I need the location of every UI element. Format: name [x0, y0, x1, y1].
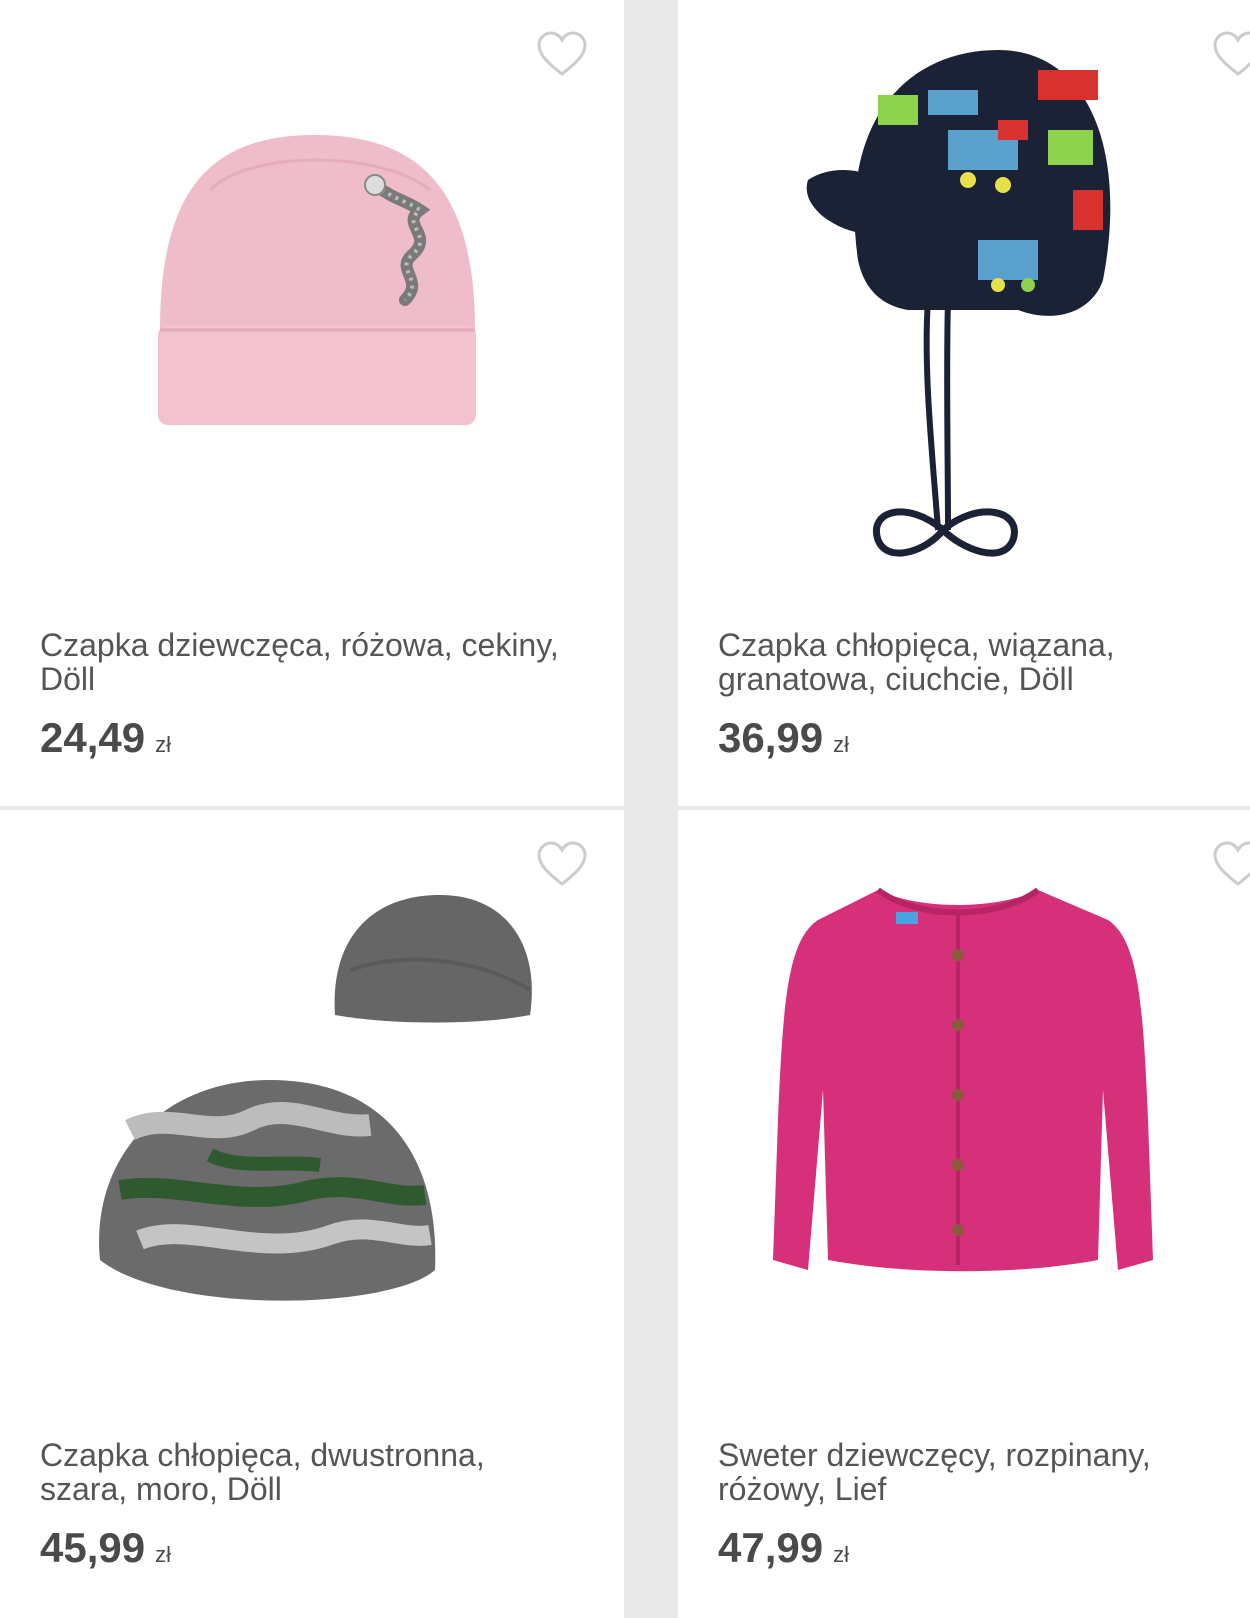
product-image-small[interactable] [330, 890, 540, 1030]
heart-outline-icon[interactable] [536, 840, 588, 888]
price: 36,99 zł [718, 714, 849, 762]
price: 45,99 zł [40, 1524, 171, 1572]
product-title[interactable]: Czapka chłopięca, dwustronna, szara, mor… [40, 1438, 560, 1506]
product-card[interactable]: Czapka chłopięca, dwustronna, szara, mor… [0, 810, 624, 1618]
price-value: 47,99 [718, 1524, 824, 1571]
currency: zł [155, 1542, 171, 1567]
heart-outline-icon[interactable] [1212, 30, 1250, 78]
product-image[interactable] [90, 1070, 450, 1330]
product-card[interactable]: Czapka chłopięca, wiązana, granatowa, ci… [678, 0, 1250, 806]
price-value: 36,99 [718, 714, 824, 761]
product-image[interactable] [768, 880, 1158, 1300]
currency: zł [155, 732, 171, 757]
price-value: 45,99 [40, 1524, 146, 1571]
price: 24,49 zł [40, 714, 171, 762]
product-image[interactable] [150, 130, 490, 450]
product-title[interactable]: Sweter dziewczęcy, rozpinany, różowy, Li… [718, 1438, 1238, 1506]
heart-outline-icon[interactable] [536, 30, 588, 78]
product-image[interactable] [798, 40, 1118, 590]
heart-outline-icon[interactable] [1212, 840, 1250, 888]
currency: zł [833, 1542, 849, 1567]
price: 47,99 zł [718, 1524, 849, 1572]
product-title[interactable]: Czapka chłopięca, wiązana, granatowa, ci… [718, 628, 1238, 696]
price-value: 24,49 [40, 714, 146, 761]
product-card[interactable]: Sweter dziewczęcy, rozpinany, różowy, Li… [678, 810, 1250, 1618]
product-card[interactable]: Czapka dziewczęca, różowa, cekiny, Döll … [0, 0, 624, 806]
currency: zł [833, 732, 849, 757]
product-title[interactable]: Czapka dziewczęca, różowa, cekiny, Döll [40, 628, 560, 696]
